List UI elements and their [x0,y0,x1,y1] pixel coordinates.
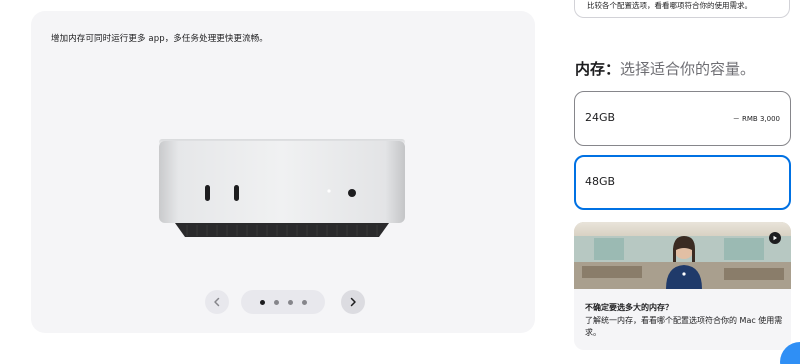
gallery-caption: 增加内存可同时运行更多 app，多任务处理更快更流畅。 [51,34,268,44]
chevron-left-icon [214,297,220,307]
gallery-next-button[interactable] [341,290,365,314]
play-icon[interactable] [769,232,781,244]
compare-note-card: 比较各个配置选项，看看哪项符合你的使用需求。 [574,0,790,18]
gallery-dots [241,290,325,314]
memory-option-name: 48GB [585,175,616,188]
memory-heading: 内存：选择适合你的容量。 [575,58,755,79]
gallery-dot-2[interactable] [273,299,279,305]
memory-option-24gb[interactable]: 24GB － RMB 3,000 [574,91,791,146]
memory-option-price: － RMB 3,000 [732,115,780,123]
help-card-text: 了解统一内存，看看哪个配置选项符合你的 Mac 使用需求。 [585,316,783,337]
gallery-prev-button[interactable] [205,290,229,314]
memory-option-name: 24GB [585,111,616,124]
memory-option-48gb[interactable]: 48GB [574,155,791,210]
product-gallery: 增加内存可同时运行更多 app，多任务处理更快更流畅。 [31,11,535,333]
memory-help-card[interactable]: 不确定要选多大的内存？ 了解统一内存，看看哪个配置选项符合你的 Mac 使用需求… [574,222,791,350]
chevron-right-icon [350,297,356,307]
memory-heading-sub: 选择适合你的容量。 [620,60,756,78]
gallery-pager [205,290,365,316]
page: 增加内存可同时运行更多 app，多任务处理更快更流畅。 比较各个配置选项，看看哪… [0,0,800,364]
help-card-title: 不确定要选多大的内存？ [585,303,673,312]
store-video-thumbnail[interactable] [574,222,791,289]
mac-mini-product-image [159,139,405,237]
gallery-dot-4[interactable] [301,299,307,305]
gallery-dot-3[interactable] [287,299,293,305]
memory-heading-label: 内存： [575,60,621,78]
compare-note-text: 比较各个配置选项，看看哪项符合你的使用需求。 [587,1,752,10]
gallery-dot-1[interactable] [259,299,265,305]
